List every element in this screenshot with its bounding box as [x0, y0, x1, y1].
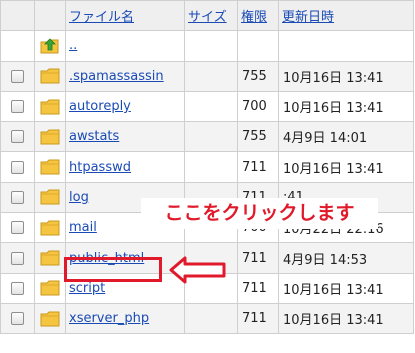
select-cell [0, 212, 35, 244]
select-cell [0, 60, 35, 92]
header-updated[interactable]: 更新日時 [278, 0, 414, 32]
folder-icon[interactable] [40, 220, 60, 236]
folder-link[interactable]: log [67, 190, 89, 205]
row-checkbox[interactable] [11, 312, 24, 326]
file-row[interactable]: awstats 755 4月9日 14:01 [0, 121, 414, 153]
icon-cell [34, 60, 66, 92]
file-row[interactable]: xserver_php 711 10月16日 13:41 [0, 302, 414, 335]
folder-up-icon[interactable] [40, 38, 60, 54]
table-header-row: ファイル名 サイズ 権限 更新日時 [0, 0, 414, 32]
size-cell [184, 121, 238, 153]
row-checkbox[interactable] [11, 130, 24, 144]
sort-by-name-link[interactable]: ファイル名 [67, 10, 134, 25]
folder-link[interactable]: htpasswd [67, 160, 131, 175]
header-filename[interactable]: ファイル名 [65, 0, 185, 32]
folder-link[interactable]: .spamassassin [67, 69, 164, 84]
header-icon-cell [34, 0, 66, 32]
name-cell: .. [65, 30, 185, 62]
name-cell: xserver_php [65, 302, 185, 335]
row-checkbox[interactable] [11, 190, 24, 204]
header-permission[interactable]: 権限 [237, 0, 279, 32]
folder-link[interactable]: xserver_php [67, 311, 149, 326]
folder-icon[interactable] [40, 159, 60, 175]
icon-cell [34, 302, 66, 335]
folder-icon[interactable] [40, 189, 60, 205]
name-cell: public_html [65, 242, 185, 274]
file-row[interactable]: htpasswd 711 10月16日 13:41 [0, 151, 414, 183]
select-cell [0, 181, 35, 214]
permission-cell: 711 [237, 151, 279, 183]
select-cell [0, 90, 35, 123]
folder-link[interactable]: mail [67, 220, 97, 235]
select-cell [0, 30, 35, 62]
updated-cell: 4月9日 14:53 [278, 242, 414, 274]
size-cell [184, 90, 238, 123]
size-cell [184, 151, 238, 183]
select-cell [0, 272, 35, 304]
select-cell [0, 121, 35, 153]
file-row[interactable]: autoreply 700 10月16日 13:41 [0, 90, 414, 123]
permission-cell: 711 [237, 272, 279, 304]
row-checkbox[interactable] [11, 251, 24, 265]
row-checkbox[interactable] [11, 281, 24, 295]
updated-cell: 4月9日 14:01 [278, 121, 414, 153]
parent-directory-link[interactable]: .. [67, 38, 77, 53]
folder-link[interactable]: public_html [67, 251, 144, 266]
folder-icon[interactable] [40, 311, 60, 327]
icon-cell [34, 90, 66, 123]
permission-cell: 711 [237, 242, 279, 274]
folder-icon[interactable] [40, 250, 60, 266]
folder-icon[interactable] [40, 129, 60, 145]
updated-cell: 10月16日 13:41 [278, 272, 414, 304]
parent-directory-row[interactable]: .. [0, 30, 414, 62]
icon-cell [34, 242, 66, 274]
folder-link[interactable]: autoreply [67, 99, 131, 114]
select-cell [0, 242, 35, 274]
size-cell [184, 60, 238, 92]
folder-icon[interactable] [40, 280, 60, 296]
row-checkbox[interactable] [11, 69, 24, 83]
updated-cell: 10月16日 13:41 [278, 90, 414, 123]
sort-by-date-link[interactable]: 更新日時 [280, 10, 334, 25]
header-size[interactable]: サイズ [184, 0, 238, 32]
updated-cell: 10月16日 13:41 [278, 302, 414, 335]
file-row[interactable]: .spamassassin 755 10月16日 13:41 [0, 60, 414, 92]
name-cell: .spamassassin [65, 60, 185, 92]
permission-cell: 755 [237, 121, 279, 153]
icon-cell [34, 181, 66, 214]
icon-cell [34, 212, 66, 244]
row-checkbox[interactable] [11, 100, 24, 114]
folder-icon[interactable] [40, 68, 60, 84]
icon-cell [34, 151, 66, 183]
select-cell [0, 302, 35, 335]
sort-by-size-link[interactable]: サイズ [186, 10, 227, 25]
updated-cell: 10月16日 13:41 [278, 60, 414, 92]
sort-by-permission-link[interactable]: 権限 [239, 10, 267, 25]
folder-icon[interactable] [40, 99, 60, 115]
folder-link[interactable]: script [67, 281, 105, 296]
permission-cell: 755 [237, 60, 279, 92]
name-cell: script [65, 272, 185, 304]
instruction-callout: ここをクリックします [141, 198, 378, 229]
updated-cell: 10月16日 13:41 [278, 151, 414, 183]
folder-link[interactable]: awstats [67, 129, 119, 144]
permission-cell: 700 [237, 90, 279, 123]
row-checkbox[interactable] [11, 221, 24, 235]
header-select-cell [0, 0, 35, 32]
name-cell: autoreply [65, 90, 185, 123]
icon-cell [34, 30, 66, 62]
icon-cell [34, 121, 66, 153]
icon-cell [34, 272, 66, 304]
row-checkbox[interactable] [11, 160, 24, 174]
name-cell: htpasswd [65, 151, 185, 183]
name-cell: awstats [65, 121, 185, 153]
size-cell [184, 302, 238, 335]
left-arrow-icon [169, 256, 226, 284]
select-cell [0, 151, 35, 183]
permission-cell: 711 [237, 302, 279, 335]
